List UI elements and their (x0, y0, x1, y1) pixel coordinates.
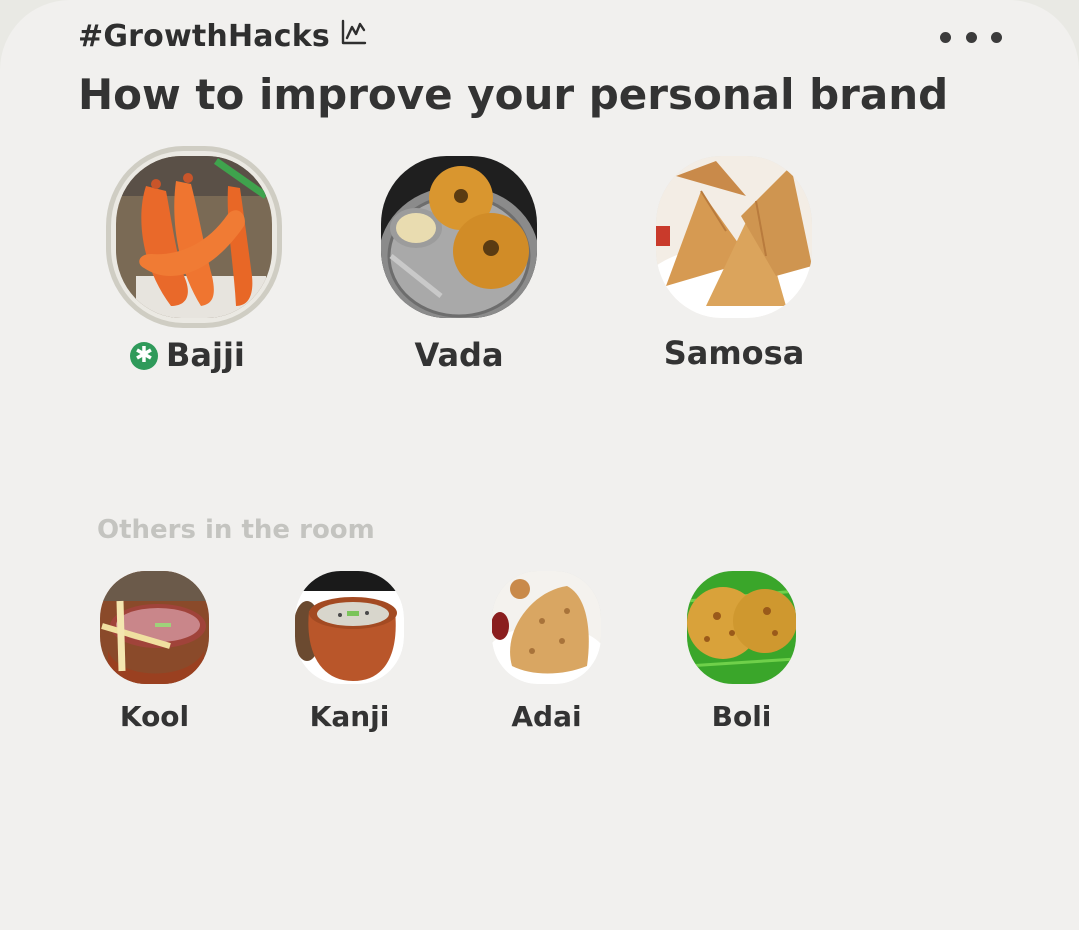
moderator-badge-icon: ✱ (130, 342, 158, 370)
room-title: How to improve your personal brand (78, 70, 949, 119)
kool-photo (100, 571, 209, 684)
listener-name-kool: Kool (119, 700, 190, 733)
room-card: #GrowthHacks How to improve your persona… (0, 0, 1079, 930)
listener-avatar-kanji[interactable] (295, 571, 404, 684)
speaker-name-vada: Vada (414, 336, 504, 374)
more-dot (991, 31, 1002, 43)
others-section-label: Others in the room (97, 515, 375, 545)
chart-line-icon (340, 18, 368, 54)
vada-photo (381, 156, 537, 318)
speaker-name-samosa: Samosa (663, 334, 805, 372)
club-tag[interactable]: #GrowthHacks (78, 18, 368, 54)
speaker-avatar-vada[interactable] (381, 156, 537, 318)
speaker-name-bajji: ✱ Bajji (130, 336, 260, 374)
kanji-photo (295, 571, 404, 684)
bajji-photo (116, 156, 272, 318)
listener-name-kanji: Kanji (309, 700, 390, 733)
boli-photo (687, 571, 796, 684)
listener-name-boli: Boli (711, 700, 772, 733)
speaker-avatar-samosa[interactable] (656, 156, 812, 318)
samosa-photo (656, 156, 812, 318)
more-dot (940, 31, 951, 43)
speaker-name-label: Bajji (166, 336, 245, 374)
speaker-avatar-bajji[interactable] (116, 156, 272, 318)
more-dot (965, 31, 977, 43)
listener-avatar-adai[interactable] (492, 571, 601, 684)
listener-name-adai: Adai (511, 700, 582, 733)
listener-avatar-kool[interactable] (100, 571, 209, 684)
more-options-button[interactable] (940, 26, 1002, 48)
adai-photo (492, 571, 601, 684)
club-name: #GrowthHacks (78, 18, 330, 54)
listener-avatar-boli[interactable] (687, 571, 796, 684)
